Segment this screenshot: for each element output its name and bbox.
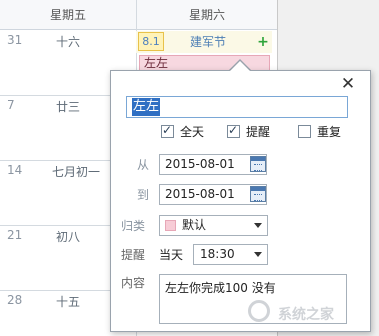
festival-label: 建军节 xyxy=(189,35,226,49)
from-label: 从 xyxy=(137,158,150,172)
category-value: 默认 xyxy=(182,218,207,232)
chevron-down-icon xyxy=(254,223,262,228)
lunar-date: 初八 xyxy=(55,230,80,244)
day-number: 28 xyxy=(7,293,23,307)
weekday-header-saturday: 星期六 xyxy=(137,0,277,30)
lunar-date: 十五 xyxy=(55,295,80,309)
popup-pointer-fill xyxy=(230,61,250,71)
selected-title-text: 左左 xyxy=(132,98,161,116)
category-select[interactable]: 默认 xyxy=(159,215,268,236)
reminder-checkbox[interactable]: ✓ xyxy=(227,123,240,138)
remind-label: 提醒 xyxy=(121,248,146,262)
category-color-swatch xyxy=(165,220,176,231)
remind-day: 当天 xyxy=(159,248,184,262)
category-label: 归类 xyxy=(121,219,146,233)
remind-time-select[interactable]: 18:30 xyxy=(193,244,268,265)
content-label: 内容 xyxy=(121,276,146,290)
all-day-label: 全天 xyxy=(180,125,205,139)
to-label: 到 xyxy=(137,188,150,202)
repeat-label: 重复 xyxy=(317,125,342,139)
event-title-input[interactable]: 左左 xyxy=(126,96,348,118)
lunar-date: 廿三 xyxy=(55,100,80,114)
day-number: 31 xyxy=(7,33,23,47)
weekday-header-friday: 星期五 xyxy=(0,0,136,30)
remind-time-value: 18:30 xyxy=(200,247,235,261)
all-day-checkbox[interactable]: ✓ xyxy=(161,123,174,138)
check-mark-icon: ✓ xyxy=(228,123,239,137)
calendar-icon[interactable] xyxy=(250,186,266,202)
day-number: 7 xyxy=(7,98,15,112)
reminder-label: 提醒 xyxy=(246,125,271,139)
day-number: 14 xyxy=(7,163,23,177)
watermark-logo: 系统之家 xyxy=(248,296,376,332)
check-mark-icon: ✓ xyxy=(162,123,173,137)
add-event-icon[interactable]: + xyxy=(256,31,270,53)
watermark-text: 系统之家 xyxy=(278,307,334,323)
chevron-down-icon xyxy=(254,252,262,257)
lunar-date: 十六 xyxy=(55,35,80,49)
date-badge: 8.1 xyxy=(138,32,164,51)
repeat-checkbox[interactable] xyxy=(298,125,311,138)
day-number: 21 xyxy=(7,228,23,242)
calendar-icon[interactable] xyxy=(250,156,266,172)
watermark-icon xyxy=(248,300,270,322)
close-icon[interactable]: ✕ xyxy=(340,75,356,93)
